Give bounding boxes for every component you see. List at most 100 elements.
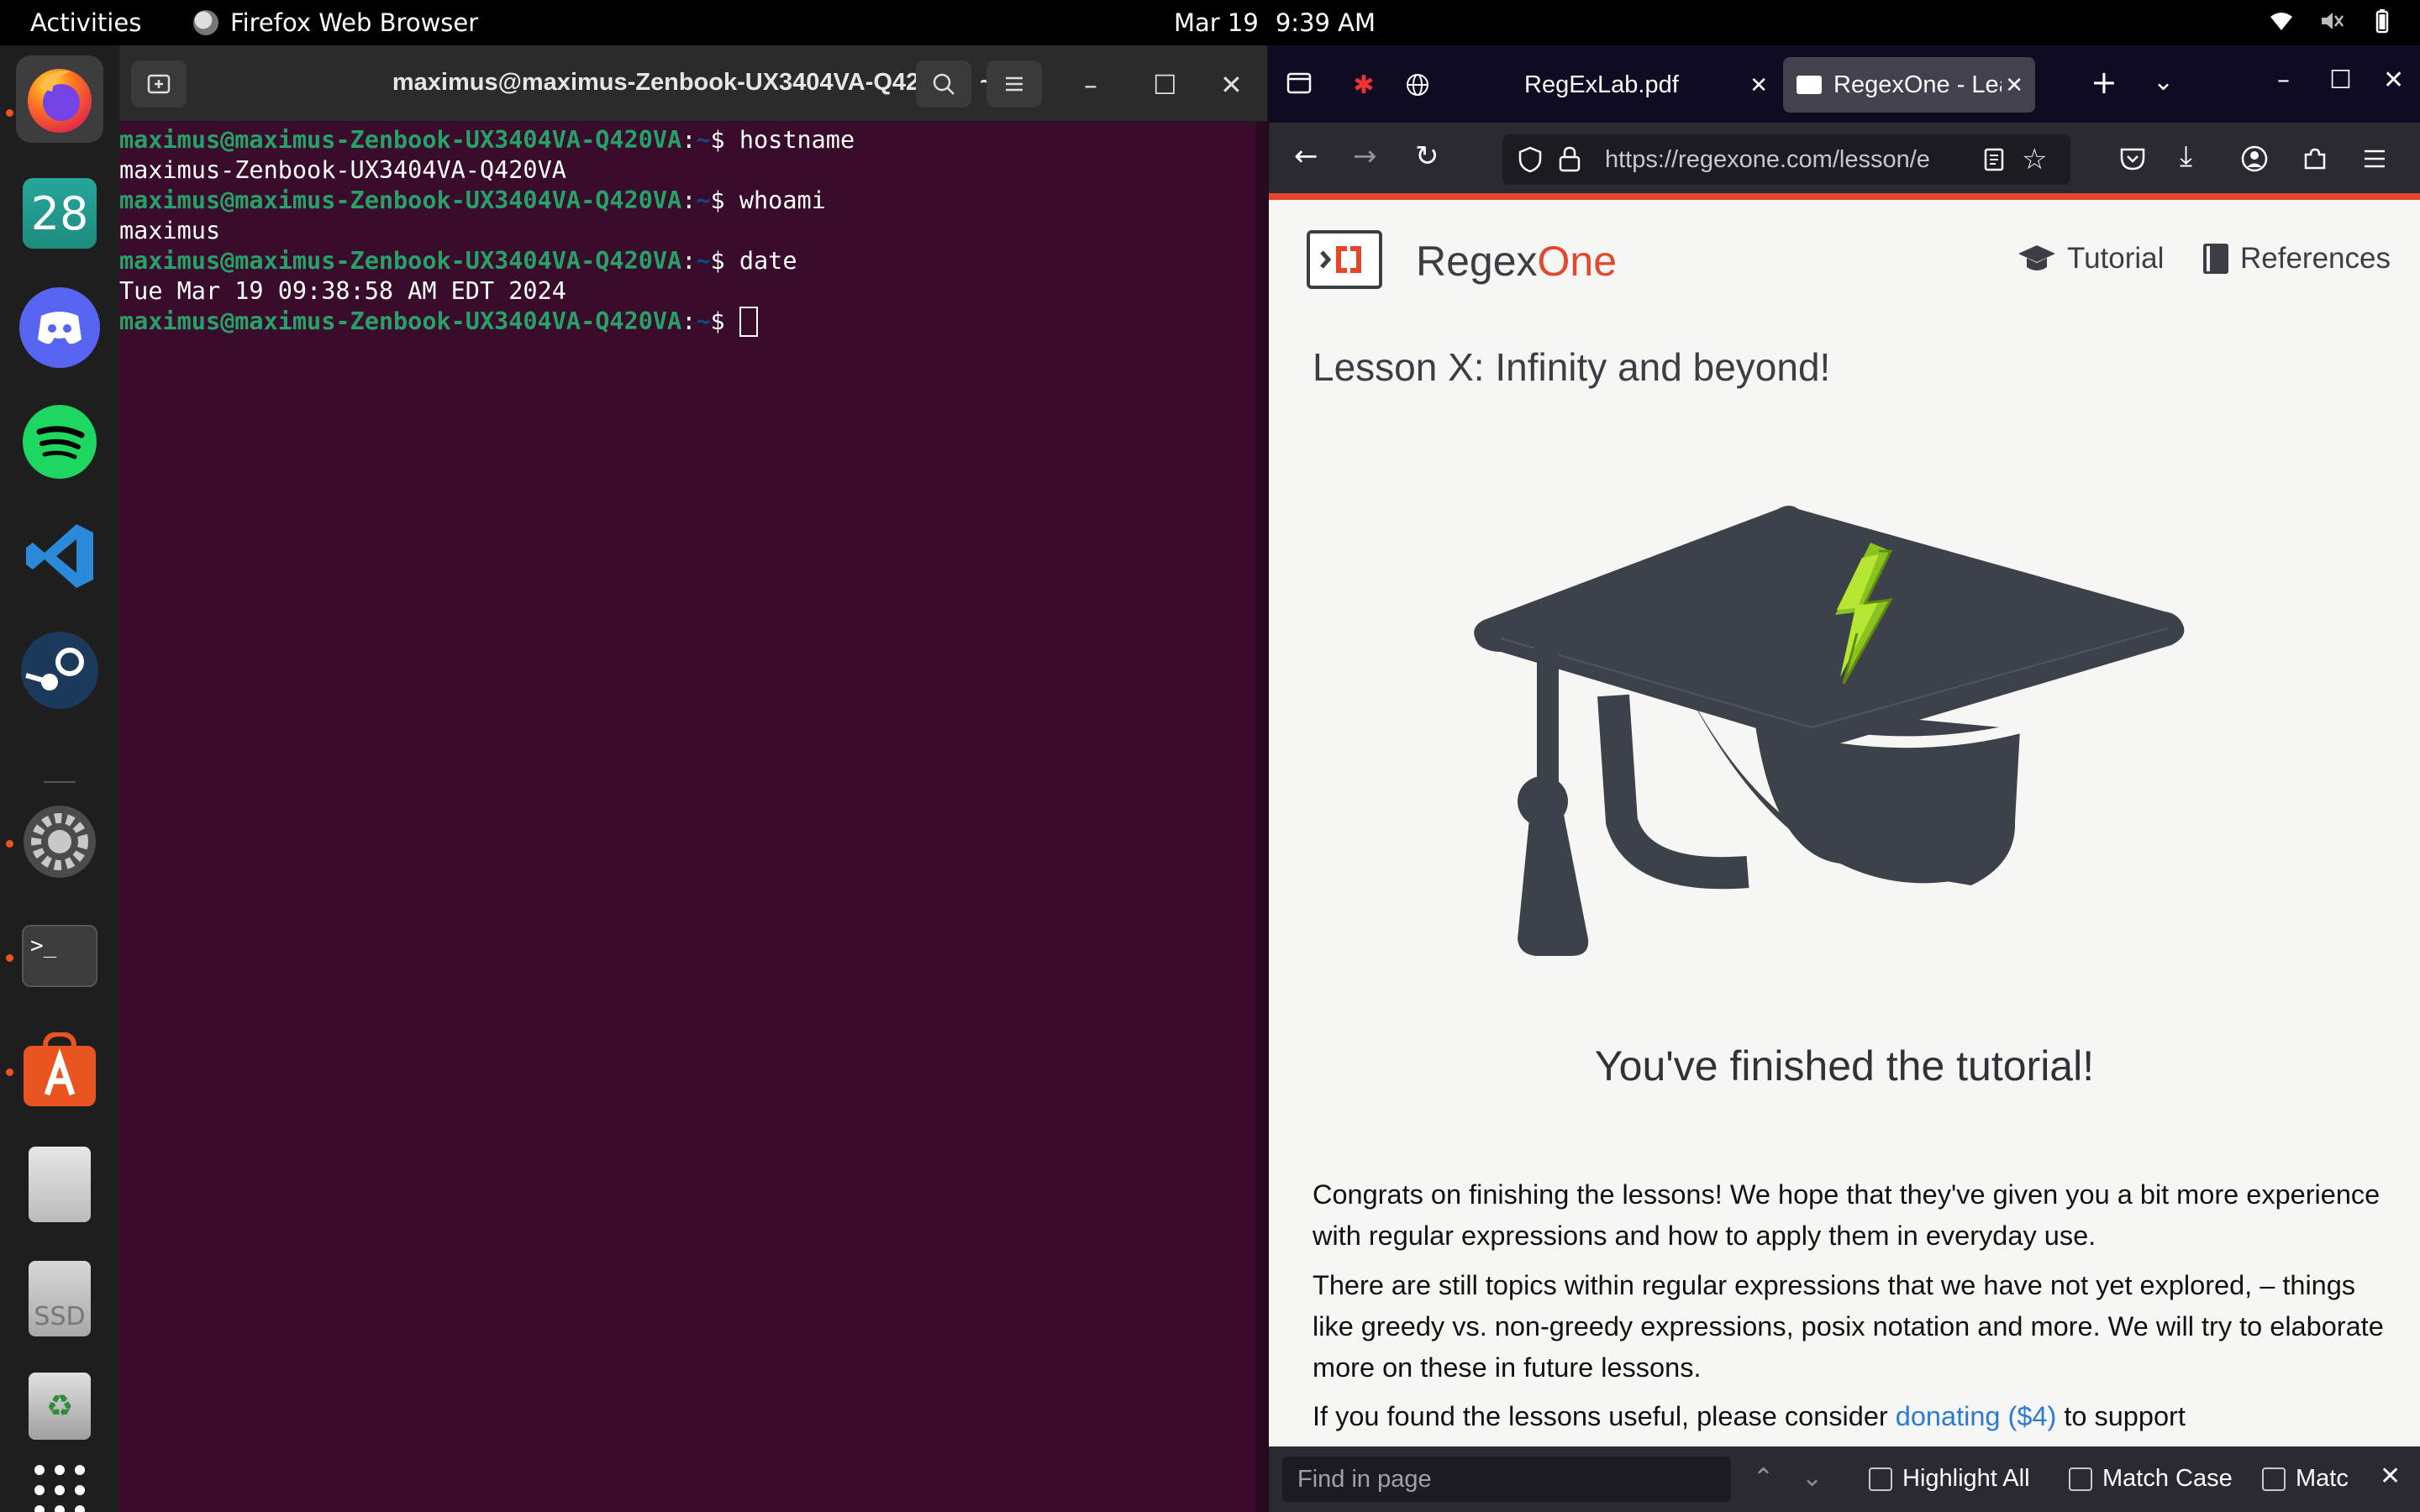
donate-paragraph: If you found the lessons useful, please … — [1313, 1401, 2186, 1431]
minimize-button[interactable]: – — [1084, 69, 1097, 101]
extensions-icon[interactable] — [2301, 144, 2329, 173]
close-tab-icon[interactable]: ✕ — [1749, 72, 1768, 98]
dock-file-manager[interactable] — [16, 1141, 103, 1228]
new-tab-plus-icon[interactable]: + — [2091, 64, 2118, 101]
terminal-output[interactable]: maximus@maximus-Zenbook-UX3404VA-Q420VA:… — [119, 122, 1255, 1512]
checkbox-icon — [2262, 1467, 2286, 1491]
lock-icon[interactable] — [1558, 145, 1581, 172]
app-menu-icon[interactable] — [2361, 146, 2388, 171]
maximize-button[interactable]: ☐ — [2329, 66, 2352, 95]
clock-date: Mar 19 — [1174, 8, 1259, 37]
find-previous-icon[interactable]: ⌃ — [1753, 1463, 1774, 1493]
dock-steam[interactable] — [16, 627, 103, 714]
terminal-current-line[interactable]: maximus@maximus-Zenbook-UX3404VA-Q420VA:… — [119, 307, 1255, 337]
clock[interactable]: Mar 19 9:39 AM — [1174, 8, 1376, 37]
close-button[interactable]: ✕ — [1220, 69, 1243, 101]
battery-icon — [2375, 9, 2389, 34]
references-link[interactable]: References — [2202, 242, 2391, 276]
terminal-scrollbar[interactable] — [1255, 122, 1267, 1512]
app-menu-label: Firefox Web Browser — [230, 8, 479, 37]
dock-ssd-drive[interactable]: SSD — [16, 1255, 103, 1342]
terminal-line: maximus@maximus-Zenbook-UX3404VA-Q420VA:… — [119, 186, 826, 214]
maximize-button[interactable]: ☐ — [1153, 69, 1177, 101]
clock-time: 9:39 AM — [1275, 8, 1376, 37]
graduation-cap-icon — [2018, 245, 2055, 270]
hamburger-menu-icon — [1006, 76, 1023, 92]
url-bar[interactable]: https://regexone.com/lesson/e ☆ — [1502, 134, 2070, 185]
forward-icon[interactable]: → — [1353, 139, 1377, 173]
find-bar: ⌃ ⌄ Highlight All Match Case Matc ✕ — [1269, 1446, 2420, 1512]
dock-terminal[interactable]: >_ — [16, 912, 103, 1000]
match-case-checkbox[interactable]: Match Case — [2069, 1465, 2233, 1493]
file-manager-icon — [29, 1147, 91, 1222]
tab-regexone[interactable]: RegexOne - Lear ✕ — [1783, 57, 2035, 113]
dock-vscode[interactable] — [16, 512, 103, 600]
navigation-toolbar: ← → ↻ https://regexone.com/lesson/e ☆ ⤓ — [1269, 123, 2420, 195]
dock: 28 >_ SSD ♻ — [0, 45, 119, 1512]
highlight-all-label: Highlight All — [1902, 1465, 2030, 1492]
dock-firefox[interactable] — [16, 55, 103, 143]
site-logo-text[interactable]: RegexOne — [1416, 237, 1617, 286]
dock-spotify[interactable] — [16, 398, 103, 486]
match-diacritics-checkbox[interactable]: Matc — [2262, 1465, 2349, 1493]
site-accent-bar — [1269, 193, 2420, 200]
tab-strip: ✱ RegExLab.pdf ✕ RegexOne - Lear ✕ + ⌄ –… — [1269, 45, 2420, 123]
close-find-bar-icon[interactable]: ✕ — [2380, 1462, 2401, 1491]
find-in-page-input[interactable] — [1282, 1457, 1731, 1502]
steam-icon — [21, 632, 98, 709]
reload-icon[interactable]: ↻ — [1415, 139, 1439, 173]
running-indicator — [6, 109, 13, 117]
firefox-small-icon — [193, 10, 218, 35]
minimize-button[interactable]: – — [2277, 66, 2290, 95]
tab-label: RegexOne - Lear — [1833, 71, 2002, 98]
show-apps-icon — [34, 1465, 85, 1512]
page-content[interactable]: RegexOne Tutorial References Lesson X: I… — [1269, 200, 2420, 1446]
close-tab-icon[interactable]: ✕ — [2005, 72, 2023, 98]
dock-settings[interactable] — [16, 798, 103, 885]
terminal-window: maximus@maximus-Zenbook-UX3404VA-Q420VA:… — [119, 45, 1267, 1512]
bookmark-star-icon[interactable]: ☆ — [2022, 143, 2047, 176]
firefox-view-button[interactable] — [1286, 69, 1313, 102]
downloads-icon[interactable]: ⤓ — [2180, 139, 2192, 173]
account-icon[interactable] — [2240, 144, 2269, 173]
activities-button[interactable]: Activities — [30, 8, 141, 37]
bug-favicon-icon: ✱ — [1353, 71, 1375, 99]
trash-icon: ♻ — [29, 1373, 91, 1440]
firefox-window: ✱ RegExLab.pdf ✕ RegexOne - Lear ✕ + ⌄ –… — [1269, 45, 2420, 1512]
ssd-drive-icon: SSD — [29, 1261, 91, 1336]
pocket-icon[interactable] — [2119, 146, 2146, 171]
terminal-menu-button[interactable] — [986, 60, 1042, 108]
volume-muted-icon — [2322, 13, 2344, 29]
top-bar: Activities Firefox Web Browser Mar 19 9:… — [0, 0, 2420, 45]
app-menu[interactable]: Firefox Web Browser — [193, 8, 478, 37]
terminal-output-line: Tue Mar 19 09:38:58 AM EDT 2024 — [119, 277, 566, 305]
reader-view-icon[interactable] — [1983, 148, 2005, 171]
regexone-logo-icon[interactable] — [1307, 230, 1382, 289]
dock-calendar[interactable]: 28 — [16, 170, 103, 257]
highlight-all-checkbox[interactable]: Highlight All — [1869, 1465, 2030, 1493]
running-indicator — [6, 954, 13, 962]
tracking-shield-icon[interactable] — [1518, 146, 1543, 173]
dock-trash[interactable]: ♻ — [16, 1362, 103, 1450]
dock-discord[interactable] — [16, 284, 103, 371]
close-button[interactable]: ✕ — [2383, 66, 2404, 95]
book-icon — [2203, 244, 2228, 274]
checkbox-icon — [1869, 1467, 1892, 1491]
dock-app-center[interactable] — [16, 1026, 103, 1114]
globe-icon — [1407, 74, 1428, 96]
terminal-search-button[interactable] — [916, 60, 971, 108]
tab-regexlab-pdf[interactable]: RegExLab.pdf ✕ — [1447, 57, 1783, 113]
terminal-line: maximus@maximus-Zenbook-UX3404VA-Q420VA:… — [119, 247, 797, 275]
tutorial-link[interactable]: Tutorial — [2017, 242, 2164, 276]
regexone-favicon-icon — [1797, 76, 1822, 94]
settings-icon — [24, 806, 96, 878]
pinned-tab-1[interactable]: ✱ — [1343, 57, 1385, 113]
find-next-icon[interactable]: ⌄ — [1802, 1463, 1823, 1493]
list-all-tabs-icon[interactable]: ⌄ — [2153, 67, 2174, 97]
running-indicator — [6, 840, 13, 848]
dock-show-apps[interactable] — [16, 1446, 103, 1512]
pinned-tab-2[interactable] — [1397, 57, 1439, 113]
system-tray[interactable] — [2269, 8, 2395, 34]
back-icon[interactable]: ← — [1294, 139, 1318, 173]
donate-link[interactable]: donating ($4) — [1896, 1401, 2057, 1431]
